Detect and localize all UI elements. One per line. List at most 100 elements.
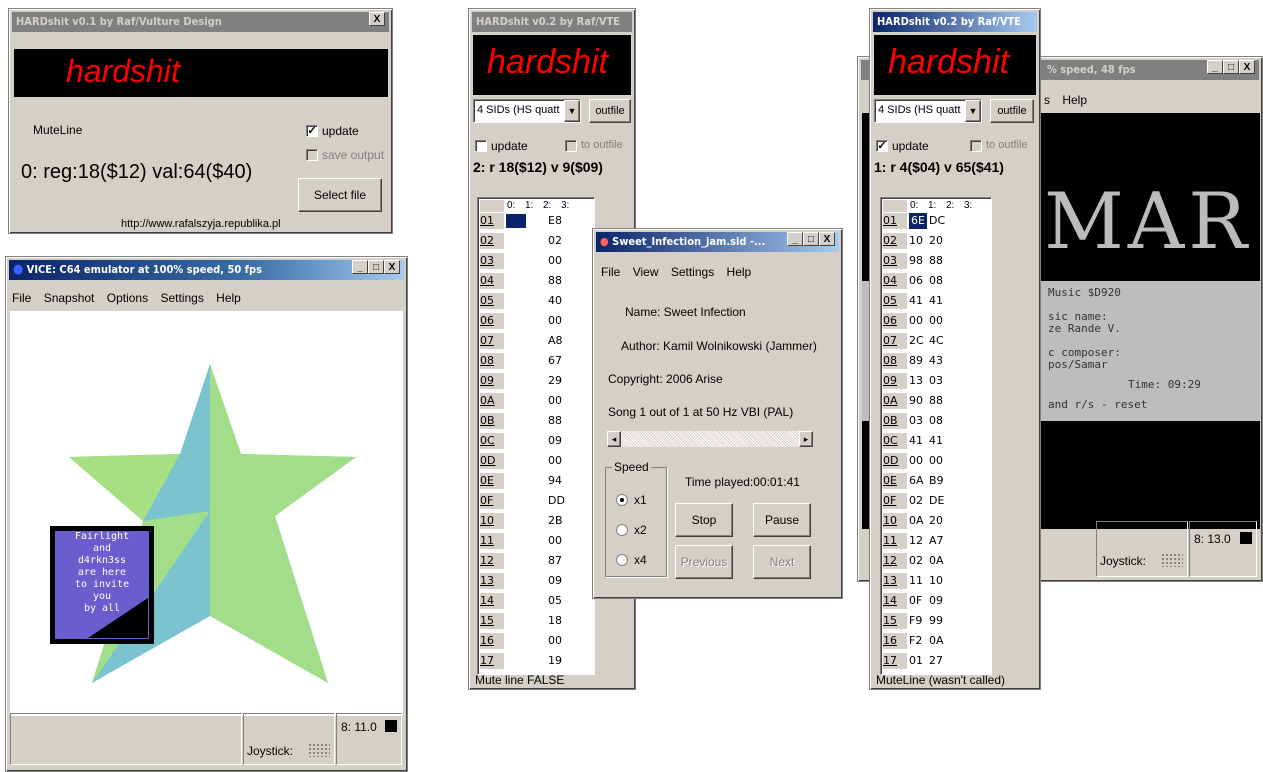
register-row[interactable]: 0C 09 (478, 433, 594, 449)
register-row[interactable]: 0E 6A B9 (881, 473, 991, 489)
sid-maximize-button[interactable]: □ (803, 232, 819, 246)
register-row[interactable]: 01 E8 (478, 213, 594, 229)
sid-menu-file[interactable]: File (601, 265, 620, 279)
register-value-col0[interactable]: 10 (909, 233, 923, 249)
register-value-col2[interactable]: 00 (548, 253, 562, 269)
register-value-col0[interactable]: 41 (909, 433, 923, 449)
hs2-outfile-button[interactable]: outfile (589, 99, 631, 123)
register-row[interactable]: 02 10 20 (881, 233, 991, 249)
register-row[interactable]: 10 2B (478, 513, 594, 529)
register-row[interactable]: 09 29 (478, 373, 594, 389)
register-row[interactable]: 04 88 (478, 273, 594, 289)
register-row[interactable]: 0F DD (478, 493, 594, 509)
register-value-col2[interactable]: 40 (548, 293, 562, 309)
sid-next-button[interactable]: Next (753, 545, 811, 579)
hs3-sid-select[interactable]: 4 SIDs (HS quatt ▼ (874, 99, 982, 123)
register-value-col0[interactable]: 41 (909, 293, 923, 309)
hs2-sid-select[interactable]: 4 SIDs (HS quatt ▼ (473, 99, 581, 123)
register-row[interactable]: 11 00 (478, 533, 594, 549)
register-row[interactable]: 0F 02 DE (881, 493, 991, 509)
register-value-col1[interactable]: 0A (929, 553, 944, 569)
vice1-close-button[interactable]: X (384, 260, 400, 274)
register-value-col1[interactable]: 10 (929, 573, 943, 589)
sid-speed-x2-radio[interactable] (616, 524, 628, 536)
register-value-col2[interactable]: 00 (548, 453, 562, 469)
register-value-col0[interactable]: 03 (909, 413, 923, 429)
register-row[interactable]: 16 00 (478, 633, 594, 649)
register-value-col1[interactable]: 0A (929, 633, 944, 649)
register-value-col0[interactable]: 89 (909, 353, 923, 369)
register-value-col0[interactable]: F2 (909, 633, 922, 649)
register-value-col0[interactable]: 90 (909, 393, 923, 409)
register-value-col1[interactable]: DC (929, 213, 945, 229)
register-row[interactable]: 07 2C 4C (881, 333, 991, 349)
hs2-titlebar[interactable]: HARDshit v0.2 by Raf/VTE (472, 12, 632, 32)
register-value-col2[interactable]: 94 (548, 473, 562, 489)
register-row[interactable]: 12 02 0A (881, 553, 991, 569)
hs3-to-outfile-checkbox[interactable] (970, 140, 982, 152)
register-value-col0[interactable]: 98 (909, 253, 923, 269)
vice2-minimize-button[interactable]: _ (1207, 60, 1223, 74)
vice1-menu-options[interactable]: Options (107, 291, 148, 305)
register-value-col1[interactable]: 03 (929, 373, 943, 389)
hs3-update-checkbox[interactable]: ✓ (876, 140, 888, 152)
sid-speed-x1-radio[interactable] (616, 494, 628, 506)
register-value-col1[interactable]: 09 (929, 593, 943, 609)
register-row[interactable]: 14 05 (478, 593, 594, 609)
hs1-select-file-button[interactable]: Select file (298, 178, 382, 212)
hs1-url[interactable]: http://www.rafalszyja.republika.pl (121, 218, 281, 230)
sid-stop-button[interactable]: Stop (675, 503, 733, 537)
vice1-screen[interactable]: Fairlight and d4rkn3ss are here to invit… (10, 311, 403, 716)
register-row[interactable]: 05 40 (478, 293, 594, 309)
hs2-select-arrow[interactable]: ▼ (564, 100, 580, 122)
hs3-titlebar[interactable]: HARDshit v0.2 by Raf/VTE (873, 12, 1037, 32)
register-row[interactable]: 17 19 (478, 653, 594, 669)
register-value-col2[interactable]: E8 (548, 213, 562, 229)
vice1-menu-settings[interactable]: Settings (160, 291, 203, 305)
register-row[interactable]: 0B 88 (478, 413, 594, 429)
register-row[interactable]: 11 12 A7 (881, 533, 991, 549)
register-value-col2[interactable]: 09 (548, 573, 562, 589)
register-value-col0[interactable]: 13 (909, 373, 923, 389)
hs3-select-arrow[interactable]: ▼ (965, 100, 981, 122)
sid-speed-x4-radio[interactable] (616, 554, 628, 566)
register-row[interactable]: 06 00 (478, 313, 594, 329)
hs1-titlebar[interactable]: HARDshit v0.1 by Raf/Vulture Design (12, 12, 389, 32)
register-row[interactable]: 15 18 (478, 613, 594, 629)
register-row[interactable]: 03 98 88 (881, 253, 991, 269)
register-row[interactable]: 0B 03 08 (881, 413, 991, 429)
sid-minimize-button[interactable]: _ (787, 232, 803, 246)
vice1-titlebar[interactable]: ● VICE: C64 emulator at 100% speed, 50 f… (9, 260, 404, 280)
hs1-update-checkbox[interactable]: ✓ (306, 125, 318, 137)
register-value-col2[interactable]: 87 (548, 553, 562, 569)
sid-close-button[interactable]: X (819, 232, 835, 246)
register-row[interactable]: 04 06 08 (881, 273, 991, 289)
register-value-col1[interactable]: 20 (929, 513, 943, 529)
hs3-register-grid[interactable]: 0: 1: 2: 3: 01 6E DC 02 10 20 03 98 88 04 06 08 05 41… (880, 197, 992, 675)
register-value-col0[interactable]: F9 (909, 613, 922, 629)
register-value-col0[interactable]: 11 (909, 573, 923, 589)
register-row[interactable]: 0C 41 41 (881, 433, 991, 449)
register-row[interactable]: 12 87 (478, 553, 594, 569)
register-value-col2[interactable]: 05 (548, 593, 562, 609)
register-row[interactable]: 03 00 (478, 253, 594, 269)
vice2-maximize-button[interactable]: □ (1223, 60, 1239, 74)
register-value-col2[interactable]: 19 (548, 653, 562, 669)
sid-menu-help[interactable]: Help (727, 265, 752, 279)
register-row[interactable]: 17 01 27 (881, 653, 991, 669)
hs3-outfile-button[interactable]: outfile (990, 99, 1034, 123)
hs2-register-grid[interactable]: 0: 1: 2: 3: 01 E8 02 02 03 00 04 88 05 40 06 00 07 A8… (477, 197, 595, 675)
register-row[interactable]: 0A 90 88 (881, 393, 991, 409)
hs1-close-button[interactable]: X (369, 12, 385, 26)
register-value-col2[interactable]: DD (548, 493, 565, 509)
register-value-col0[interactable]: 6A (909, 473, 924, 489)
register-row[interactable]: 15 F9 99 (881, 613, 991, 629)
register-value-col1[interactable]: 00 (929, 313, 943, 329)
register-value-col0[interactable]: 06 (909, 273, 923, 289)
register-value-col1[interactable]: B9 (929, 473, 944, 489)
register-row[interactable]: 13 09 (478, 573, 594, 589)
register-value-col0[interactable]: 6E (909, 213, 927, 229)
register-value-col1[interactable]: 41 (929, 293, 943, 309)
register-value-col2[interactable]: 09 (548, 433, 562, 449)
vice1-menu-help[interactable]: Help (216, 291, 241, 305)
